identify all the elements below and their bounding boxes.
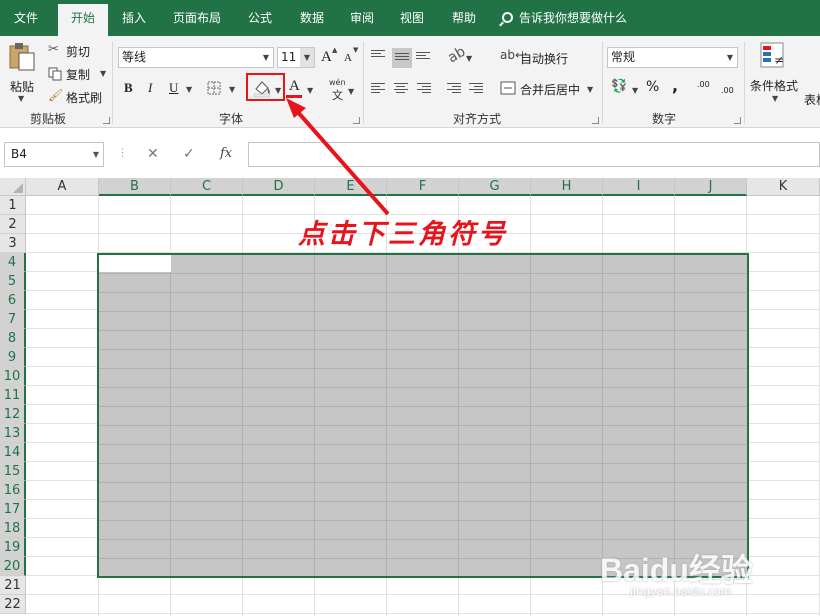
annotation-text: 点击下三角符号 bbox=[298, 219, 508, 250]
annotation-arrow bbox=[286, 98, 390, 216]
watermark-url: jingyan.baidu.com bbox=[630, 585, 732, 598]
